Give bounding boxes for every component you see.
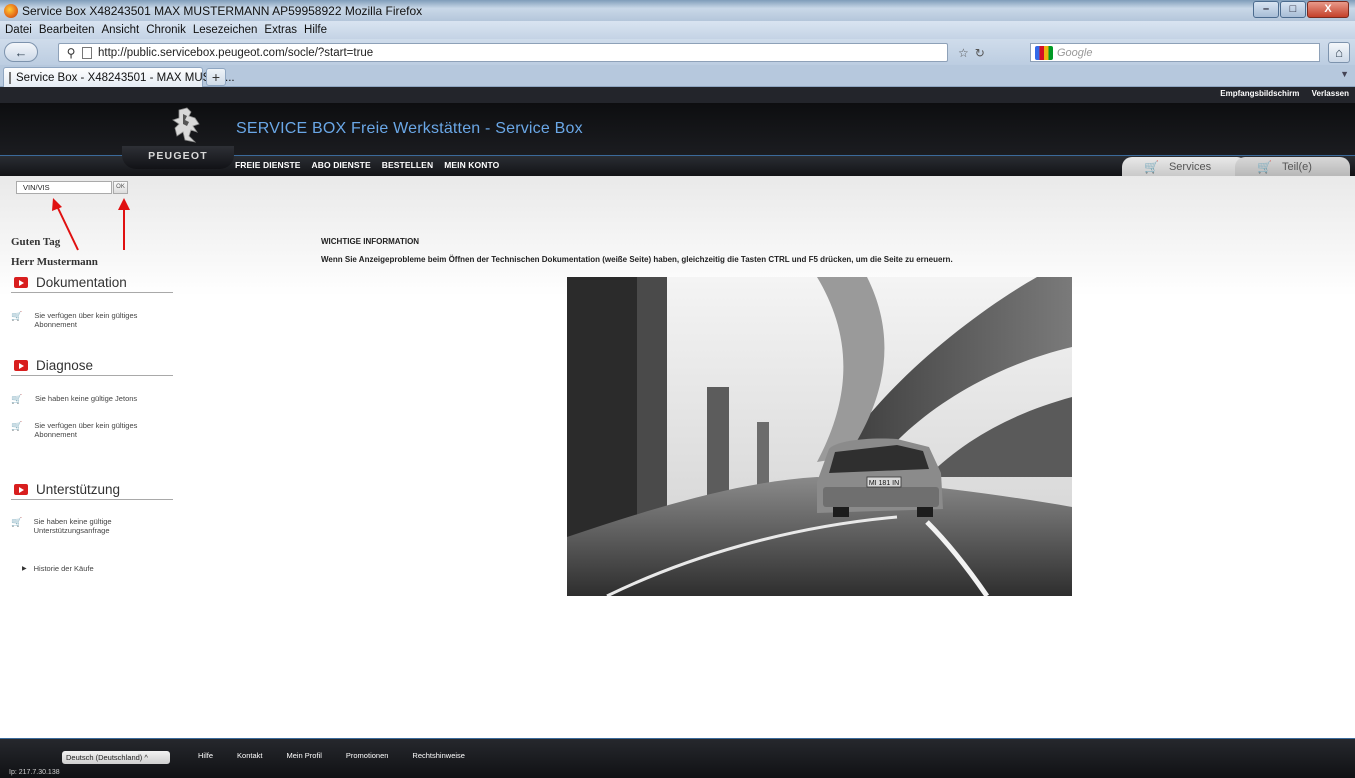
- cart-icon: 🛒: [1257, 159, 1272, 174]
- user-name: Herr Mustermann: [11, 256, 98, 268]
- tab-teile[interactable]: 🛒 Teil(e): [1235, 157, 1350, 176]
- tab-label: Service Box - X48243501 - MAX MUSTE...: [16, 71, 235, 84]
- link-empfangsbildschirm[interactable]: Empfangsbildschirm: [1220, 89, 1299, 98]
- tab-teile-label: Teil(e): [1281, 160, 1312, 173]
- back-forward-button[interactable]: ←: [4, 42, 38, 62]
- site-top-strip: Empfangsbildschirm Verlassen: [0, 87, 1355, 103]
- window-controls: – □ X: [1252, 1, 1349, 18]
- sidebar-item-label: Sie haben keine gültige Unterstützungsan…: [33, 517, 112, 535]
- arrow-head-ok-button: [118, 198, 130, 210]
- reload-icon[interactable]: ↻: [975, 46, 985, 60]
- chevron-up-icon: ^: [144, 753, 148, 762]
- cart-icon: 🛒: [11, 311, 23, 321]
- top-links: Empfangsbildschirm Verlassen: [1210, 89, 1349, 98]
- footer-link-mein-profil[interactable]: Mein Profil: [286, 751, 321, 760]
- menu-bearbeiten[interactable]: Bearbeiten: [39, 24, 95, 36]
- search-placeholder: Google: [1057, 46, 1093, 59]
- menu-extras[interactable]: Extras: [264, 24, 297, 36]
- home-button[interactable]: ⌂: [1328, 42, 1350, 63]
- play-icon: [14, 360, 28, 371]
- sidebar-item-doc-abonnement[interactable]: 🛒 Sie verfügen über kein gültiges Abonne…: [11, 311, 176, 329]
- footer-links: Hilfe Kontakt Mein Profil Promotionen Re…: [198, 751, 465, 760]
- cart-icon: 🛒: [11, 517, 23, 527]
- sidebar-item-label: Sie haben keine gültige Jetons: [35, 394, 138, 403]
- page-icon: [82, 46, 92, 59]
- tab-services-label: Services: [1168, 160, 1212, 173]
- menu-hilfe[interactable]: Hilfe: [304, 24, 327, 36]
- play-icon: [14, 484, 28, 495]
- footer-link-promotionen[interactable]: Promotionen: [346, 751, 389, 760]
- close-button[interactable]: X: [1307, 1, 1349, 18]
- sidebar-item-support-request[interactable]: 🛒 Sie haben keine gültige Unterstützungs…: [11, 517, 176, 535]
- history-link-label: Historie der Käufe: [33, 564, 94, 573]
- sidebar-item-jetons[interactable]: 🛒 Sie haben keine gültige Jetons: [11, 394, 176, 405]
- back-arrow-icon: ←: [14, 44, 28, 60]
- footer-link-hilfe[interactable]: Hilfe: [198, 751, 213, 760]
- sidebar-item-label: Sie verfügen über kein gültiges Abonneme…: [34, 311, 138, 329]
- url-text[interactable]: http://public.servicebox.peugeot.com/soc…: [98, 47, 373, 59]
- section-title: Unterstützung: [36, 482, 121, 497]
- menu-ansicht[interactable]: Ansicht: [101, 24, 139, 36]
- section-unterstuetzung[interactable]: Unterstützung: [11, 480, 173, 500]
- triangle-right-icon: ▶: [22, 566, 27, 572]
- browser-navbar: ← ⚲ http://public.servicebox.peugeot.com…: [0, 39, 1355, 65]
- language-value: Deutsch (Deutschland): [66, 753, 143, 762]
- menu-datei[interactable]: Datei: [5, 24, 32, 36]
- url-bar[interactable]: ⚲ http://public.servicebox.peugeot.com/s…: [58, 43, 948, 62]
- firefox-icon: [4, 3, 18, 18]
- vin-input[interactable]: VIN/VIS: [16, 181, 112, 194]
- home-icon: ⌂: [1335, 45, 1343, 60]
- section-title: Dokumentation: [36, 275, 127, 290]
- cart-icon: 🛒: [11, 421, 23, 431]
- new-tab-button[interactable]: +: [206, 68, 226, 86]
- section-diagnose[interactable]: Diagnose: [11, 356, 173, 376]
- menu-chronik[interactable]: Chronik: [146, 24, 186, 36]
- license-plate: MI 181 IN: [869, 480, 899, 487]
- menu-abo-dienste[interactable]: ABO DIENSTE: [312, 160, 371, 170]
- browser-tab-active[interactable]: Service Box - X48243501 - MAX MUSTE...: [3, 67, 235, 87]
- play-icon: [14, 277, 28, 288]
- section-dokumentation[interactable]: Dokumentation: [11, 273, 173, 293]
- car-illustration: MI 181 IN: [817, 438, 943, 517]
- info-text: Wenn Sie Anzeigeprobleme beim Öffnen der…: [321, 255, 953, 264]
- site-identity-icon: ⚲: [66, 45, 76, 60]
- arrow-head-vin-input: [52, 198, 62, 211]
- cart-icon: 🛒: [1144, 159, 1159, 174]
- tab-page-icon: [9, 71, 11, 84]
- main-menu: FREIE DIENSTE ABO DIENSTE BESTELLEN MEIN…: [235, 160, 499, 170]
- page-title: SERVICE BOX Freie Werkstätten - Service …: [236, 120, 583, 137]
- site-footer: Deutsch (Deutschland) ^ Hilfe Kontakt Me…: [0, 738, 1355, 778]
- footer-link-rechtshinweise[interactable]: Rechtshinweise: [412, 751, 465, 760]
- minimize-button[interactable]: –: [1253, 1, 1279, 18]
- ip-address: Ip: 217.7.30.138: [9, 769, 60, 776]
- tab-list-icon[interactable]: ▼: [1340, 69, 1349, 79]
- window-title: Service Box X48243501 MAX MUSTERMANN AP5…: [22, 3, 423, 18]
- cart-icon: 🛒: [11, 394, 23, 404]
- hero-image-car-under-bridge: MI 181 IN: [567, 277, 1072, 596]
- history-link[interactable]: ▶ Historie der Käufe: [22, 564, 94, 573]
- maximize-button[interactable]: □: [1280, 1, 1306, 18]
- sidebar-item-label: Sie verfügen über kein gültiges Abonneme…: [34, 421, 138, 439]
- sidebar-item-diag-abonnement[interactable]: 🛒 Sie verfügen über kein gültiges Abonne…: [11, 421, 176, 439]
- google-icon: [1035, 45, 1053, 60]
- link-verlassen[interactable]: Verlassen: [1312, 89, 1349, 98]
- brand-name: PEUGEOT: [122, 146, 234, 169]
- menu-mein-konto[interactable]: MEIN KONTO: [444, 160, 499, 170]
- url-actions: ☆ ↻: [958, 43, 1010, 62]
- browser-menubar: Datei Bearbeiten Ansicht Chronik Lesezei…: [0, 21, 1355, 39]
- menu-bestellen[interactable]: BESTELLEN: [382, 160, 433, 170]
- window-titlebar: Service Box X48243501 MAX MUSTERMANN AP5…: [0, 0, 1355, 21]
- menu-freie-dienste[interactable]: FREIE DIENSTE: [235, 160, 301, 170]
- language-select[interactable]: Deutsch (Deutschland) ^: [62, 751, 170, 764]
- browser-tabbar: Service Box - X48243501 - MAX MUSTE... +…: [0, 65, 1355, 87]
- info-title: WICHTIGE INFORMATION: [321, 237, 420, 246]
- search-box[interactable]: Google: [1030, 43, 1320, 62]
- greeting: Guten Tag: [11, 236, 61, 248]
- footer-link-kontakt[interactable]: Kontakt: [237, 751, 262, 760]
- tab-services[interactable]: 🛒 Services: [1122, 157, 1247, 176]
- section-title: Diagnose: [36, 358, 94, 373]
- bookmark-star-icon[interactable]: ☆: [958, 46, 969, 60]
- vin-ok-button[interactable]: OK: [113, 181, 128, 194]
- menu-lesezeichen[interactable]: Lesezeichen: [193, 24, 258, 36]
